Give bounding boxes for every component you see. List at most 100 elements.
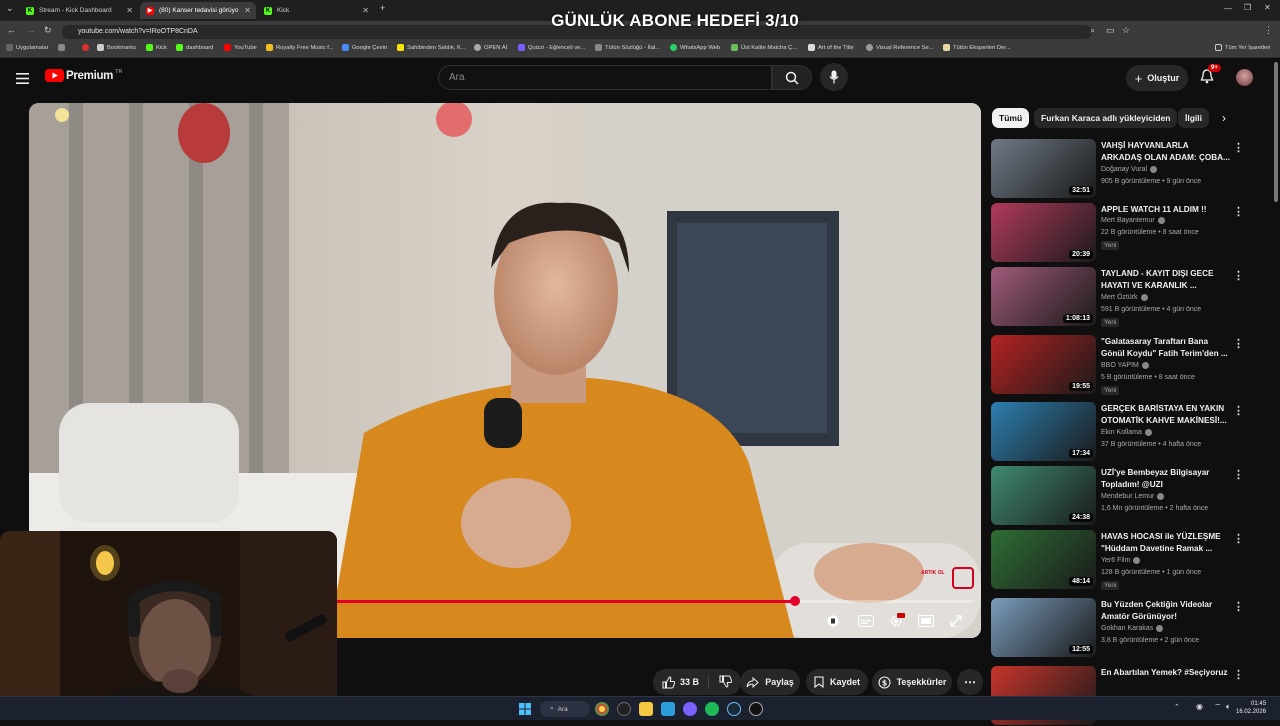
bookmark-dashboard[interactable]: dashboard [176, 44, 213, 51]
bookmark-red[interactable] [82, 44, 92, 51]
more-vert-icon[interactable]: ⋮ [1233, 600, 1244, 613]
channel-name[interactable]: Mendebur Lemur [1101, 493, 1165, 500]
chips-next-chevron-icon[interactable]: › [1222, 111, 1226, 125]
recommended-video[interactable]: 24:38 UZİ'ye Bembeyaz Bilgisayar Topladım… [991, 466, 1247, 526]
recommended-video[interactable]: 1:08:13 TAYLAND - KAYIT DIŞI GECE HAYATI … [991, 267, 1247, 327]
network-icon[interactable]: ⌔ [1214, 702, 1222, 712]
settings-button[interactable] [887, 613, 905, 629]
video-title[interactable]: En Abartılan Yemek? #Seçiyoruz [1101, 667, 1231, 679]
more-vert-icon[interactable]: ⋮ [1233, 205, 1244, 218]
recommended-video[interactable]: 12:55 Bu Yüzden Çektiğin Videolar Amatör … [991, 598, 1247, 658]
bookmark-youtube[interactable]: YouTube [224, 44, 257, 51]
video-progress-bar[interactable] [336, 596, 973, 606]
channel-name[interactable]: Ekin Kollama [1101, 429, 1152, 436]
more-vert-icon[interactable]: ⋮ [1233, 468, 1244, 481]
video-title[interactable]: UZİ'ye Bembeyaz Bilgisayar Topladım! @UZ… [1101, 467, 1231, 491]
spotify-icon[interactable] [705, 702, 719, 716]
windows-start-icon[interactable] [518, 702, 532, 716]
like-button[interactable]: 33 B [662, 675, 709, 689]
save-button[interactable]: Kaydet [806, 669, 868, 695]
bookmark-kick[interactable]: Kick [146, 44, 167, 51]
bookmark-apps[interactable]: Uygulamalar [6, 44, 49, 51]
autoplay-toggle[interactable] [824, 613, 842, 629]
recommended-video[interactable]: 19:55 "Galatasaray Taraftarı Bana Gönül K… [991, 335, 1247, 395]
tray-chevron-icon[interactable]: ⌃ [1174, 703, 1180, 711]
chrome-icon[interactable] [595, 702, 609, 716]
video-title[interactable]: TAYLAND - KAYIT DIŞI GECE HAYATI VE KARA… [1101, 268, 1231, 292]
create-button[interactable]: + Oluştur [1126, 65, 1188, 91]
user-avatar[interactable] [1236, 69, 1253, 86]
more-vert-icon[interactable]: ⋮ [1233, 269, 1244, 282]
video-thumbnail[interactable]: 19:55 [991, 335, 1096, 394]
subtitles-button[interactable] [857, 613, 875, 629]
volume-icon[interactable]: 🔈︎ [1226, 702, 1231, 712]
video-thumbnail[interactable]: 24:38 [991, 466, 1096, 525]
bookmark-music[interactable]: Royalty Free Music f... [266, 44, 334, 51]
bookmark-translate[interactable]: Google Çeviri [342, 44, 387, 51]
taskbar-search[interactable]: ⌕ Ara [540, 701, 590, 717]
more-vert-icon[interactable]: ⋮ [1233, 532, 1244, 545]
recommended-video[interactable]: 20:39 APPLE WATCH 11 ALDIM !! Mert Bayante… [991, 203, 1247, 263]
search-input[interactable]: Ara [438, 65, 772, 90]
channel-name[interactable]: Gokhan Karakas [1101, 625, 1164, 632]
app-icon[interactable] [749, 702, 763, 716]
all-bookmarks[interactable]: Tüm Yer İşaretleri [1215, 44, 1270, 51]
channel-name[interactable]: Mert Öztürk [1101, 294, 1148, 301]
tray-app-icon[interactable]: ◉ [1196, 702, 1203, 711]
fullscreen-button[interactable] [947, 613, 965, 629]
app-icon[interactable] [661, 702, 675, 716]
recommended-video[interactable]: 48:14 HAVAS HOCASI ile YÜZLEŞME "Hüddam D… [991, 530, 1247, 590]
bookmark-tutun[interactable]: Tütün Sözlüğü - İtal... [595, 44, 660, 51]
video-thumbnail[interactable]: 20:39 [991, 203, 1096, 262]
bookmark-grid[interactable] [58, 44, 68, 51]
bookmark-sahibinden[interactable]: Sahibinden Satılık, K... [397, 44, 466, 51]
share-button[interactable]: Paylaş [740, 669, 800, 695]
more-vert-icon[interactable]: ⋮ [1233, 337, 1244, 350]
hamburger-menu-icon[interactable] [16, 71, 29, 89]
bookmark-art-of-title[interactable]: Art of the Title [808, 44, 854, 51]
chip-related[interactable]: İlgili [1178, 108, 1209, 128]
dislike-button[interactable] [715, 675, 733, 690]
recommended-video[interactable]: 32:51 VAHŞİ HAYVANLARLA ARKADAŞ OLAN ADAM… [991, 139, 1247, 199]
bookmark-matcha[interactable]: Üst Kalite Matcha Ç... [731, 44, 797, 51]
bookmark-whatsapp[interactable]: WhatsApp Web [670, 44, 720, 51]
progress-scrubber[interactable] [789, 596, 800, 606]
channel-name[interactable]: Mert Bayantemur [1101, 217, 1165, 224]
theater-mode-button[interactable] [917, 613, 935, 629]
voice-search-button[interactable] [820, 63, 848, 91]
bookmark-visual-reference[interactable]: Visual Reference Se... [866, 44, 934, 51]
video-thumbnail[interactable]: 32:51 [991, 139, 1096, 198]
bookmark-bookmarks[interactable]: Bookmarks [97, 44, 136, 51]
app-icon[interactable] [683, 702, 697, 716]
more-vert-icon[interactable]: ⋮ [1233, 404, 1244, 417]
channel-name[interactable]: BBO YAPIM [1101, 362, 1149, 369]
chip-from-uploader[interactable]: Furkan Karaca adlı yükleyiciden [1034, 108, 1178, 128]
system-clock[interactable]: 01:45 16.02.2026 [1236, 700, 1266, 716]
video-thumbnail[interactable]: 48:14 [991, 530, 1096, 589]
bookmark-tutun-eksperleri[interactable]: Tütün Eksperleri Der... [943, 44, 1011, 51]
obs-icon[interactable] [617, 702, 631, 716]
video-title[interactable]: APPLE WATCH 11 ALDIM !! [1101, 204, 1231, 216]
video-title[interactable]: HAVAS HOCASI ile YÜZLEŞME "Hüddam Daveti… [1101, 531, 1231, 555]
search-button[interactable] [772, 65, 812, 90]
file-explorer-icon[interactable] [639, 702, 653, 716]
more-actions-button[interactable]: ⋯ [957, 669, 983, 695]
video-title[interactable]: VAHŞİ HAYVANLARLA ARKADAŞ OLAN ADAM: ÇOB… [1101, 140, 1231, 164]
notifications-button[interactable]: 9+ [1200, 64, 1221, 89]
chip-all[interactable]: Tümü [992, 108, 1030, 128]
channel-name[interactable]: Yer6 Film [1101, 557, 1141, 564]
thanks-button[interactable]: $ Teşekkürler [872, 669, 952, 695]
bookmark-openai[interactable]: OPEN AI [474, 44, 507, 51]
video-thumbnail[interactable]: 1:08:13 [991, 267, 1096, 326]
video-title[interactable]: "Galatasaray Taraftarı Bana Gönül Koydu"… [1101, 336, 1231, 360]
more-vert-icon[interactable]: ⋮ [1233, 141, 1244, 154]
bookmark-quizzi[interactable]: Quizzi - Eğlenceli ve... [518, 44, 585, 51]
channel-name[interactable]: Doğanay Vural [1101, 166, 1158, 173]
video-title[interactable]: GERÇEK BARİSTAYA EN YAKIN OTOMATİK KAHVE… [1101, 403, 1231, 427]
steam-icon[interactable] [727, 702, 741, 716]
recommended-video[interactable]: 17:34 GERÇEK BARİSTAYA EN YAKIN OTOMATİK … [991, 402, 1247, 462]
video-thumbnail[interactable]: 17:34 [991, 402, 1096, 461]
video-thumbnail[interactable]: 12:55 [991, 598, 1096, 657]
video-title[interactable]: Bu Yüzden Çektiğin Videolar Amatör Görün… [1101, 599, 1231, 623]
more-vert-icon[interactable]: ⋮ [1233, 668, 1244, 681]
